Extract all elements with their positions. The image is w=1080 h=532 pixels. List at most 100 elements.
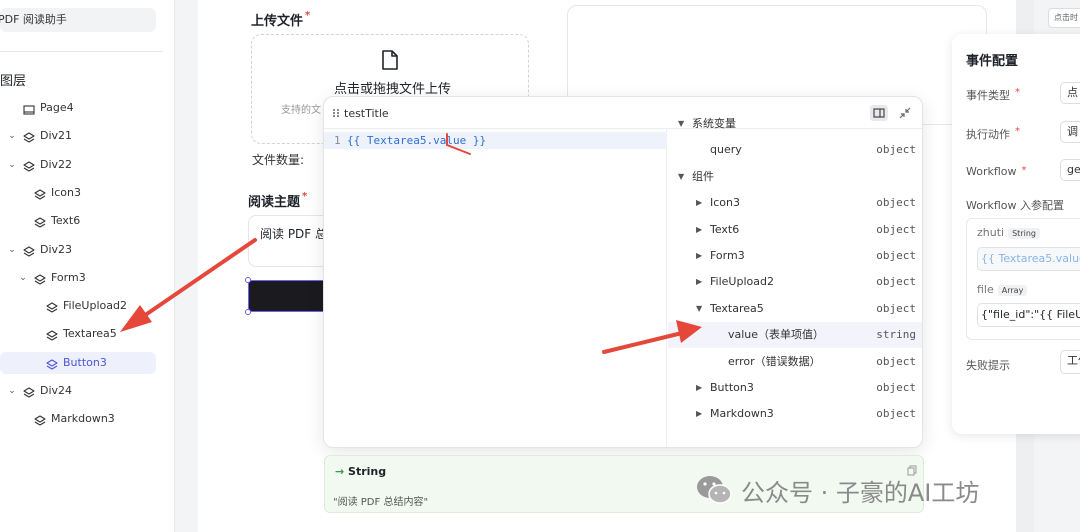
variable-name: 系统变量 (692, 117, 736, 130)
layer-tree-item[interactable]: ⌄Markdown3 (0, 408, 156, 430)
code-text[interactable]: {{ Textarea5.value }} (347, 132, 486, 149)
layer-tree-item[interactable]: ⌄FileUpload2 (0, 295, 156, 317)
resize-handle[interactable] (245, 277, 251, 283)
layer-icon (34, 187, 46, 200)
triangle-right-icon[interactable]: ▶ (696, 243, 702, 269)
layer-tree-label: Page4 (40, 101, 74, 114)
event-trigger-tab[interactable]: 点击时 (1048, 8, 1080, 28)
param-zhuti-label: zhuti String (977, 226, 1040, 239)
variable-type: object (876, 275, 916, 289)
param-zhuti-input[interactable]: {{ Textarea5.value }} (977, 247, 1080, 271)
triangle-right-icon[interactable]: ▶ (696, 375, 702, 401)
chevron-down-icon[interactable]: ⌄ (7, 154, 17, 176)
variable-name: value（表单项值） (728, 328, 825, 342)
fail-tip-label: 失败提示 (966, 359, 1010, 372)
variable-tree-item[interactable]: ▶ Markdown3 object (668, 401, 922, 427)
panel-divider (0, 51, 163, 52)
chevron-down-icon[interactable]: ⌄ (7, 380, 17, 402)
triangle-down-icon[interactable]: ▼ (678, 164, 684, 190)
code-line[interactable]: 1 {{ Textarea5.value }} (324, 132, 667, 149)
layer-tree-label: Form3 (51, 270, 86, 284)
workflow-select[interactable]: ge (1060, 159, 1080, 181)
layer-tree-item[interactable]: ⌄Text6 (0, 210, 156, 232)
triangle-right-icon[interactable]: ▶ (696, 190, 702, 216)
variable-tree-item[interactable]: ▼ 系统变量 (668, 111, 922, 137)
layer-tree-item[interactable]: ⌄Page4 (0, 97, 156, 119)
variable-tree-item[interactable]: ▶ Text6 object (668, 217, 922, 243)
variable-name: Text6 (710, 222, 740, 236)
resize-handle[interactable] (245, 309, 251, 315)
layer-tree-item[interactable]: ⌄Icon3 (0, 182, 156, 204)
action-select[interactable]: 调 (1060, 121, 1080, 143)
layer-tree-item[interactable]: ⌄ Div23 (0, 239, 156, 261)
app-title[interactable]: PDF 阅读助手 (0, 8, 156, 32)
layers-title: 图层 (0, 74, 27, 89)
param-file-label: file Array (977, 283, 1028, 296)
layer-tree-item[interactable]: ⌄Button3 (0, 351, 156, 374)
variable-name: Button3 (710, 381, 754, 394)
watermark: 公众号 · 子豪的AI工坊 (695, 470, 979, 510)
submit-button[interactable] (248, 280, 328, 312)
variable-type: object (876, 143, 916, 157)
expression-editor: testTitle 1 {{ Textarea5.value }} ▼ 系统变量 q… (323, 96, 923, 448)
variable-tree-item[interactable]: query object (668, 137, 922, 163)
page-icon (23, 102, 35, 115)
variable-name: Form3 (710, 249, 745, 262)
variable-tree-item[interactable]: ▶ Form3 object (668, 243, 922, 269)
variable-name: FileUpload2 (710, 275, 774, 289)
chevron-down-icon[interactable]: ⌄ (7, 239, 17, 261)
file-count-label: 文件数量: (252, 153, 305, 167)
variable-type: object (876, 407, 916, 421)
chevron-down-icon[interactable]: ⌄ (7, 125, 17, 147)
layer-tree-label: Div24 (40, 384, 73, 397)
variable-name: Markdown3 (710, 407, 774, 421)
fail-tip-select[interactable]: 工作 (1060, 350, 1080, 374)
action-label: 执行动作 * (966, 126, 1020, 141)
triangle-down-icon[interactable]: ▼ (696, 296, 702, 322)
triangle-right-icon[interactable]: ▶ (696, 217, 702, 243)
layer-tree-item[interactable]: ⌄ Div21 (0, 125, 156, 147)
variable-type: object (876, 354, 916, 368)
variable-tree-item[interactable]: error（错误数据） object (668, 349, 922, 375)
variable-type: object (876, 249, 916, 262)
triangle-right-icon[interactable]: ▶ (696, 401, 702, 427)
watermark-text: 公众号 · 子豪的AI工坊 (741, 478, 980, 507)
layer-icon (34, 272, 46, 285)
triangle-right-icon[interactable]: ▶ (696, 269, 702, 295)
layer-icon (34, 413, 46, 426)
layer-tree-label: Div22 (40, 157, 73, 171)
layer-panel: PDF 阅读助手 图层 ⌄Page4⌄Div21⌄Div22⌄Icon3⌄Tex… (0, 0, 175, 532)
variable-tree-item[interactable]: ▶ FileUpload2 object (668, 269, 922, 295)
layer-tree-item[interactable]: ⌄ Div24 (0, 380, 156, 402)
layer-tree-label: Div21 (40, 129, 73, 143)
layer-icon (23, 385, 35, 398)
triangle-down-icon[interactable]: ▼ (678, 111, 684, 137)
variable-name: Textarea5 (710, 301, 764, 315)
layer-icon (46, 300, 58, 313)
line-number: 1 (334, 134, 341, 147)
upload-hint: 支持的文 (281, 105, 321, 116)
variable-type: string (876, 328, 916, 342)
variable-type: object (876, 196, 916, 210)
variable-tree-item[interactable]: ▶ Button3 object (668, 375, 922, 401)
chevron-down-icon[interactable]: ⌄ (18, 267, 28, 289)
variable-tree-item[interactable]: ▶ Icon3 object (668, 190, 922, 216)
param-file-input[interactable]: {"file_id":"{{ FileUpload (977, 303, 1080, 327)
layer-icon (46, 328, 58, 341)
code-editor[interactable]: 1 {{ Textarea5.value }} (324, 129, 667, 447)
event-type-select[interactable]: 点 (1060, 82, 1080, 104)
layer-icon (23, 244, 35, 257)
result-type: → String (335, 465, 387, 478)
layer-icon (34, 215, 46, 228)
drag-handle-icon[interactable] (332, 108, 340, 118)
layer-tree-item[interactable]: ⌄ Form3 (0, 267, 156, 289)
layer-tree-item[interactable]: ⌄Textarea5 (0, 323, 156, 345)
upload-label: 上传文件 * (251, 10, 311, 29)
variable-tree-item[interactable]: value（表单项值） string (668, 322, 922, 349)
layer-tree-label: Text6 (51, 214, 81, 228)
variable-tree-item[interactable]: ▼ 组件 (668, 164, 922, 190)
variable-type: object (876, 301, 916, 315)
layer-tree-label: FileUpload2 (63, 299, 127, 313)
variable-tree-item[interactable]: ▼ Textarea5 object (668, 296, 922, 322)
layer-tree-item[interactable]: ⌄ Div22 (0, 154, 156, 176)
